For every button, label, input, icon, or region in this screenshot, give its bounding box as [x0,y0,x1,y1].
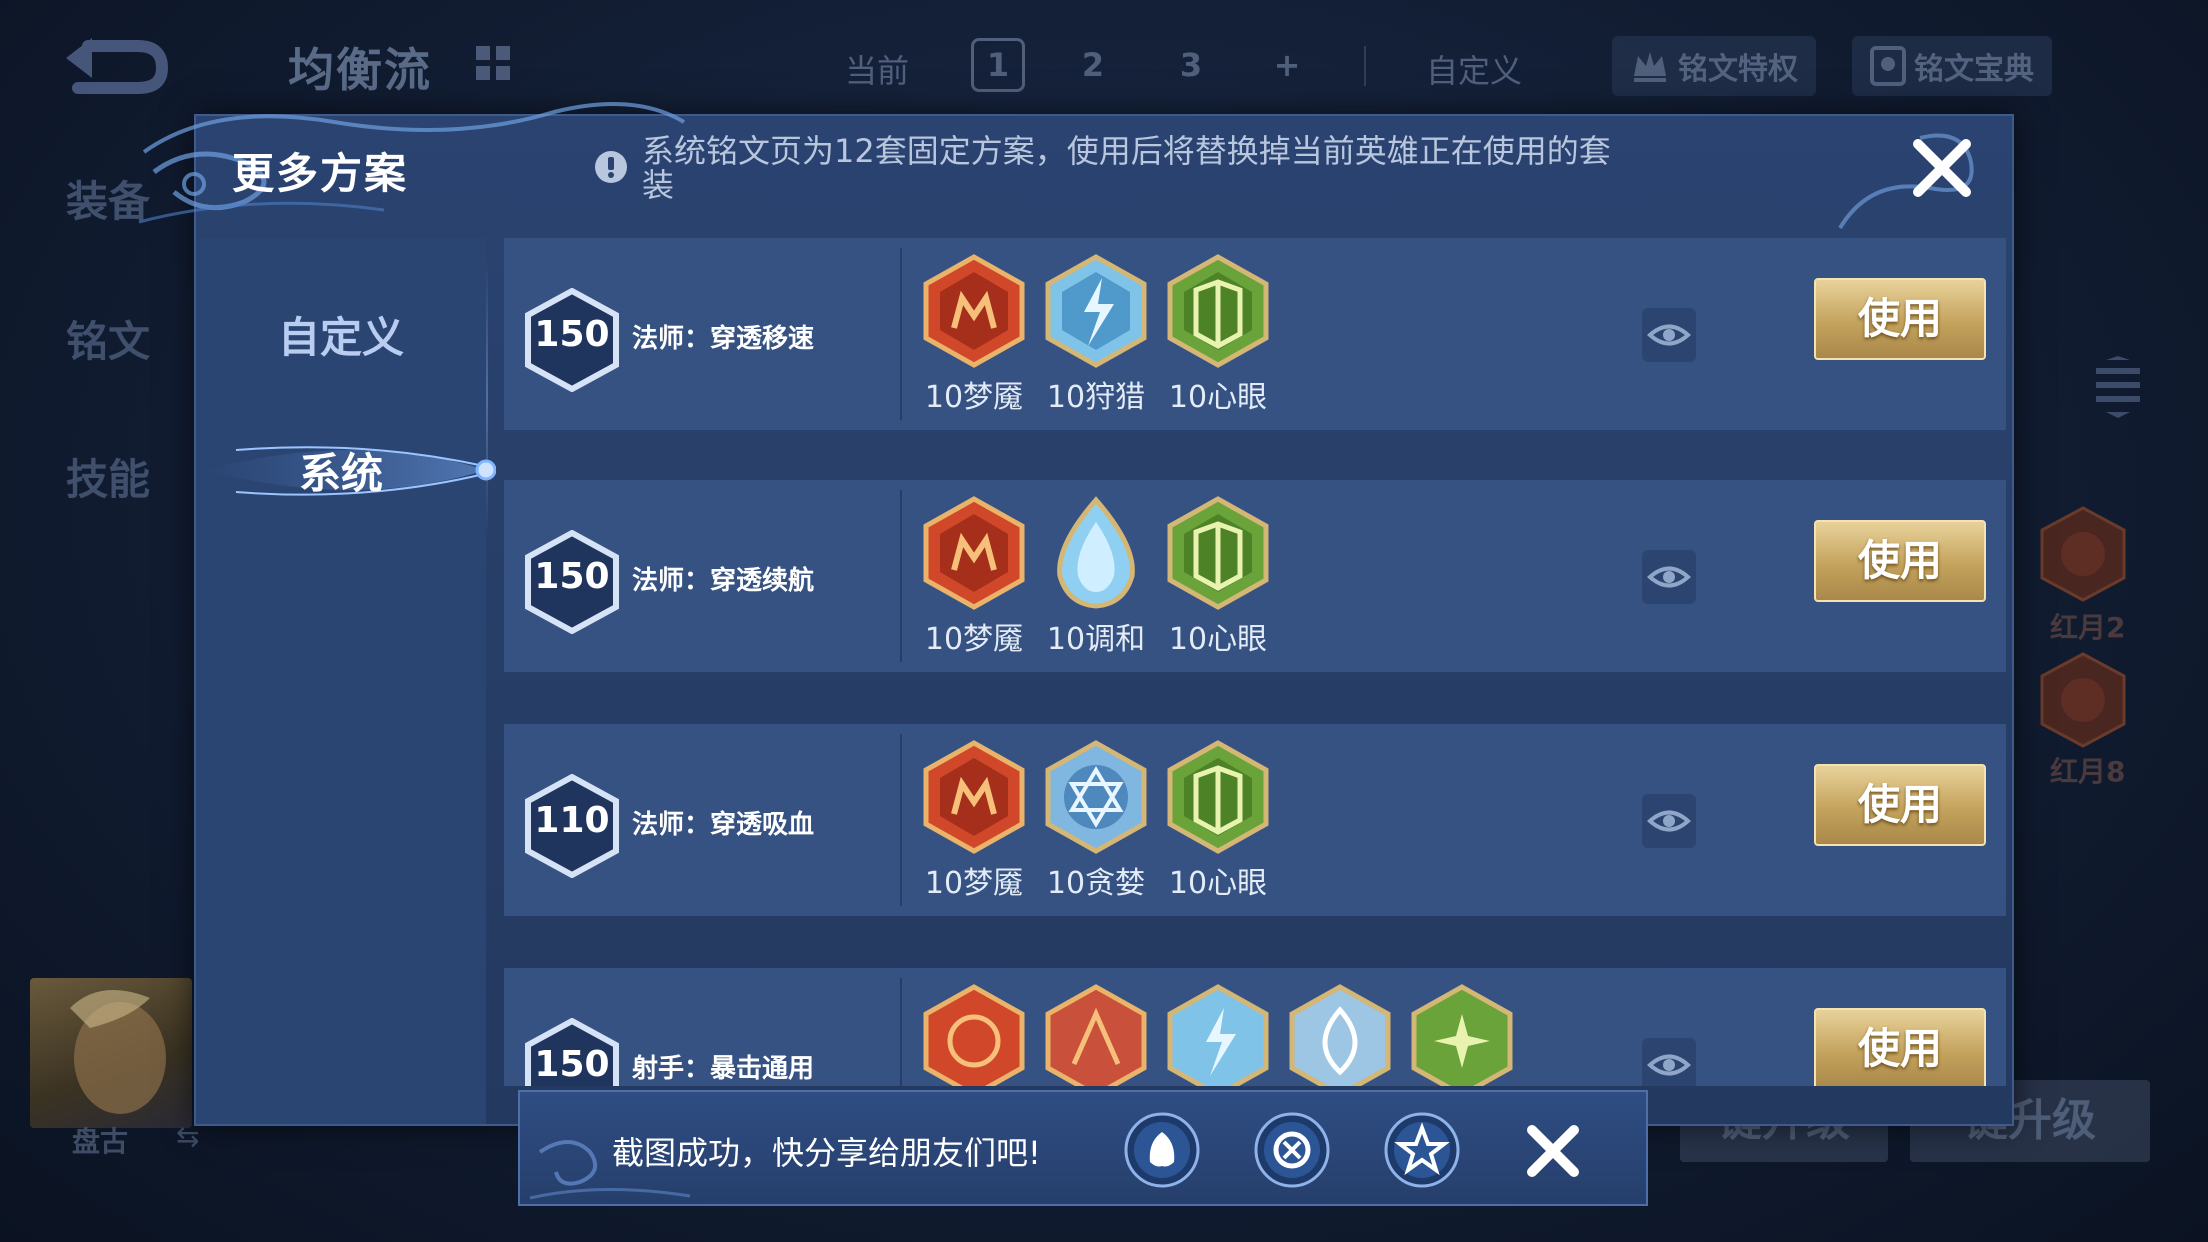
rune-label: 10梦魇 [924,622,1024,657]
preview-button[interactable] [1642,1038,1696,1086]
tab-custom[interactable]: 自定义 [196,304,486,365]
plan-row: 150 射手：暴击通用 使用 [504,968,2006,1086]
plan-name: 法师：穿透移速 [632,324,815,354]
close-icon[interactable] [1910,136,1974,200]
greed-rune-icon [1045,740,1147,854]
add-page-button[interactable]: + [1260,38,1314,92]
preview-button[interactable] [1642,308,1696,362]
page-tab-3[interactable]: 3 [1164,38,1218,92]
divider [1364,46,1366,86]
custom-tab[interactable]: 自定义 [1426,46,1522,92]
side-rune-label: 红月8 [2050,755,2126,788]
info-icon [595,151,627,183]
plan-row: 150 法师：穿透移速 10梦魇 10狩猎 10心眼 使用 [504,238,2006,430]
nightmare-rune-icon [923,254,1025,368]
rune-level: 150 [534,556,610,597]
qzone-icon[interactable] [1384,1112,1460,1188]
nav-skills[interactable]: 技能 [66,446,150,507]
divider [900,978,902,1086]
crown-icon [1634,52,1666,82]
build-name: 均衡流 [288,43,432,97]
list-toggle-icon[interactable] [2096,356,2140,418]
plan-name: 射手：暴击通用 [632,1054,815,1084]
modal-title: 更多方案 [232,149,409,198]
blue-rune-icon [1289,984,1391,1086]
current-label: 当前 [845,52,910,90]
hero-name: 盘古 [72,1125,129,1158]
side-rune-red-moon-icon[interactable] [2040,652,2126,748]
harmony-rune-icon [1057,496,1135,609]
page-tab-2[interactable]: 2 [1066,38,1120,92]
rune-label: 10梦魇 [924,866,1024,901]
eye-icon [1646,566,1692,588]
back-arrow-icon[interactable] [58,36,170,96]
eye-icon [1646,1054,1692,1076]
qq-icon[interactable] [1124,1112,1200,1188]
use-button[interactable]: 使用 [1814,1008,1986,1086]
share-message: 截图成功，快分享给朋友们吧! [612,1134,1041,1172]
info-text: 系统铭文页为12套固定方案，使用后将替换掉当前英雄正在使用的套装 [642,132,1611,204]
top-bar: 均衡流 当前 1 2 3 + 自定义 铭文特权 铭文宝典 [0,0,2208,130]
rune-label: 10心眼 [1168,866,1268,901]
rune-label: 10心眼 [1168,380,1268,415]
red-rune-icon [923,984,1025,1086]
rune-privilege-button[interactable]: 铭文特权 [1612,36,1816,96]
mind-eye-rune-icon [1167,496,1269,610]
rune-level: 150 [534,314,610,355]
nightmare-rune-icon [923,496,1025,610]
nav-runes[interactable]: 铭文 [66,308,150,369]
hero-face-image [70,990,166,1114]
rune-label: 10贪婪 [1046,866,1146,901]
hunt-rune-icon [1167,984,1269,1086]
codex-icon [1870,46,1906,86]
rune-label: 10心眼 [1168,622,1268,657]
preview-button[interactable] [1642,794,1696,848]
preview-button[interactable] [1642,550,1696,604]
nightmare-rune-icon [923,740,1025,854]
divider [900,248,902,420]
mind-eye-rune-icon [1167,740,1269,854]
use-button[interactable]: 使用 [1814,764,1986,846]
plan-category-sidebar [196,238,486,1124]
hunt-rune-icon [1045,254,1147,368]
plan-name: 法师：穿透吸血 [632,810,815,840]
plan-row: 150 法师：穿透续航 10梦魇 10调和 10心眼 使用 [504,480,2006,672]
rune-label: 10调和 [1046,622,1146,657]
close-icon[interactable] [1524,1122,1582,1180]
mind-eye-rune-icon [1167,254,1269,368]
nav-equipment[interactable]: 装备 [66,168,150,229]
green-rune-icon [1411,984,1513,1086]
system-plan-list: 150 法师：穿透移速 10梦魇 10狩猎 10心眼 使用 150 法师：穿透续… [504,238,2006,1086]
plan-row: 110 法师：穿透吸血 10梦魇 10贪婪 10心眼 使用 [504,724,2006,916]
tab-system[interactable]: 系统 [196,440,486,501]
grid-icon[interactable] [476,46,510,80]
divider [900,734,902,906]
rune-codex-label: 铭文宝典 [1914,52,2034,87]
rune-label: 10狩猎 [1046,380,1146,415]
red-rune-icon [1045,984,1147,1086]
eye-icon [1646,324,1692,346]
wechat-moments-icon[interactable] [1254,1112,1330,1188]
divider [900,490,902,662]
use-button[interactable]: 使用 [1814,278,1986,360]
side-rune-label: 红月2 [2050,611,2126,644]
rune-codex-button[interactable]: 铭文宝典 [1852,36,2052,96]
rune-level: 150 [534,1044,610,1085]
eye-icon [1646,810,1692,832]
side-rune-red-moon-icon[interactable] [2040,506,2126,602]
hero-portrait[interactable] [30,978,192,1128]
use-button[interactable]: 使用 [1814,520,1986,602]
plan-name: 法师：穿透续航 [632,566,815,596]
rune-privilege-label: 铭文特权 [1678,52,1798,87]
page-tab-1[interactable]: 1 [971,38,1025,92]
rune-level: 110 [534,800,610,841]
rune-label: 10梦魇 [924,380,1024,415]
